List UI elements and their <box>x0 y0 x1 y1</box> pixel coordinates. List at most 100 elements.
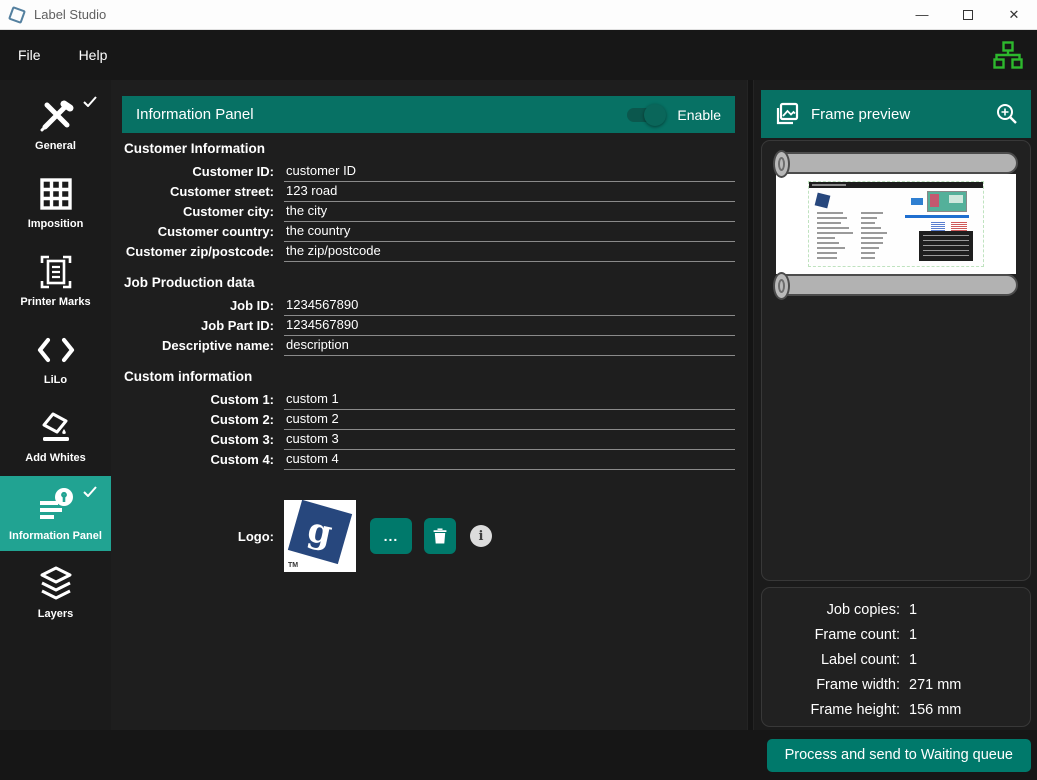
stat-value: 1 <box>909 602 1020 618</box>
sidebar-item-label: General <box>35 140 76 152</box>
field-label: Descriptive name: <box>122 338 274 356</box>
close-button[interactable]: ✕ <box>991 0 1037 30</box>
field-label: Custom 4: <box>122 452 274 470</box>
logo-letter: g <box>304 510 336 554</box>
section-title-job: Job Production data <box>124 275 735 290</box>
sidebar-item-general[interactable]: General <box>0 86 111 161</box>
sidebar-item-information-panel[interactable]: Information Panel <box>0 476 111 551</box>
maximize-icon <box>963 10 973 20</box>
customer-country-input[interactable] <box>284 223 735 242</box>
information-panel: Information Panel Enable Customer Inform… <box>111 80 747 730</box>
stat-label: Frame count: <box>772 627 900 643</box>
descriptive-name-input[interactable] <box>284 337 735 356</box>
menu-file[interactable]: File <box>18 47 41 63</box>
custom-2-input[interactable] <box>284 411 735 430</box>
menu-bar: File Help <box>0 30 1037 80</box>
info-list-icon <box>34 486 78 526</box>
customer-id-input[interactable] <box>284 163 735 182</box>
check-icon <box>83 96 97 107</box>
browse-logo-button[interactable]: ... <box>370 518 412 554</box>
bottom-bar: Process and send to Waiting queue <box>0 730 1037 780</box>
sidebar-item-label: Printer Marks <box>20 296 90 308</box>
tools-icon <box>37 96 75 136</box>
zoom-in-icon[interactable] <box>995 102 1019 126</box>
information-panel-header: Information Panel Enable <box>122 96 735 133</box>
sidebar-item-printer-marks[interactable]: Printer Marks <box>0 242 111 317</box>
menu-help[interactable]: Help <box>79 47 108 63</box>
sidebar-item-label: LiLo <box>44 374 67 386</box>
label-thumbnail <box>808 181 984 267</box>
job-stats-box: Job copies:1 Frame count:1 Label count:1… <box>761 587 1031 727</box>
window-title: Label Studio <box>34 7 899 22</box>
logo-row: Logo: g TM ... i <box>122 500 735 572</box>
logo-image: g TM <box>284 500 356 572</box>
angle-brackets-icon <box>36 330 76 370</box>
thumbnail-artwork <box>927 191 967 212</box>
job-id-input[interactable] <box>284 297 735 316</box>
field-label: Custom 3: <box>122 432 274 450</box>
field-label: Customer street: <box>122 184 274 202</box>
frame-preview-header: Frame preview <box>761 90 1031 138</box>
web-material <box>776 174 1016 274</box>
stat-label: Job copies: <box>772 602 900 618</box>
field-label: Customer ID: <box>122 164 274 182</box>
sidebar-item-imposition[interactable]: Imposition <box>0 164 111 239</box>
stat-value: 271 mm <box>909 677 1020 693</box>
logo-diamond: g <box>288 500 352 564</box>
registration-marks-icon <box>38 252 74 292</box>
stat-value: 1 <box>909 627 1020 643</box>
sidebar: General Imposition Printer Marks <box>0 80 111 730</box>
minimize-button[interactable]: — <box>899 0 945 30</box>
sidebar-item-label: Layers <box>38 608 73 620</box>
panel-title: Information Panel <box>136 106 627 123</box>
enable-toggle[interactable] <box>627 108 663 122</box>
custom-3-input[interactable] <box>284 431 735 450</box>
field-label: Custom 1: <box>122 392 274 410</box>
customer-zip-input[interactable] <box>284 243 735 262</box>
custom-4-input[interactable] <box>284 451 735 470</box>
field-label: Customer country: <box>122 224 274 242</box>
grid-icon <box>38 174 74 214</box>
sidebar-item-label: Information Panel <box>9 530 102 542</box>
sidebar-item-layers[interactable]: Layers <box>0 554 111 629</box>
check-icon <box>83 486 97 497</box>
maximize-button[interactable] <box>945 0 991 30</box>
field-label: Customer zip/postcode: <box>122 244 274 262</box>
thumbnail-logo <box>815 193 831 209</box>
bottom-roller <box>774 274 1018 296</box>
delete-logo-button[interactable] <box>424 518 456 554</box>
field-label: Job Part ID: <box>122 318 274 336</box>
frames-image-icon <box>773 100 801 128</box>
paint-bucket-icon <box>37 408 75 448</box>
sidebar-item-lilo[interactable]: LiLo <box>0 320 111 395</box>
stat-value: 1 <box>909 652 1020 668</box>
trash-icon <box>433 528 447 544</box>
stat-label: Frame width: <box>772 677 900 693</box>
enable-label: Enable <box>677 107 721 123</box>
field-label: Job ID: <box>122 298 274 316</box>
section-title-custom: Custom information <box>124 369 735 384</box>
web-roll-illustration <box>774 152 1018 296</box>
thumbnail-stats-box <box>919 231 973 261</box>
frame-preview-title: Frame preview <box>811 106 995 123</box>
frame-preview-canvas[interactable] <box>761 140 1031 581</box>
field-label: Customer city: <box>122 204 274 222</box>
panel-divider[interactable] <box>747 80 754 730</box>
layers-icon <box>38 564 74 604</box>
sidebar-item-label: Imposition <box>28 218 84 230</box>
network-sitemap-icon[interactable] <box>993 41 1023 69</box>
field-label: Custom 2: <box>122 412 274 430</box>
section-title-customer: Customer Information <box>124 141 735 156</box>
stat-label: Frame height: <box>772 702 900 718</box>
customer-city-input[interactable] <box>284 203 735 222</box>
sidebar-item-add-whites[interactable]: Add Whites <box>0 398 111 473</box>
customer-street-input[interactable] <box>284 183 735 202</box>
process-send-button[interactable]: Process and send to Waiting queue <box>767 739 1031 772</box>
stat-value: 156 mm <box>909 702 1020 718</box>
logo-tm-mark: TM <box>288 562 298 569</box>
job-part-id-input[interactable] <box>284 317 735 336</box>
custom-1-input[interactable] <box>284 391 735 410</box>
logo-label: Logo: <box>122 529 274 544</box>
sidebar-item-label: Add Whites <box>25 452 86 464</box>
logo-info-icon[interactable]: i <box>470 525 492 547</box>
